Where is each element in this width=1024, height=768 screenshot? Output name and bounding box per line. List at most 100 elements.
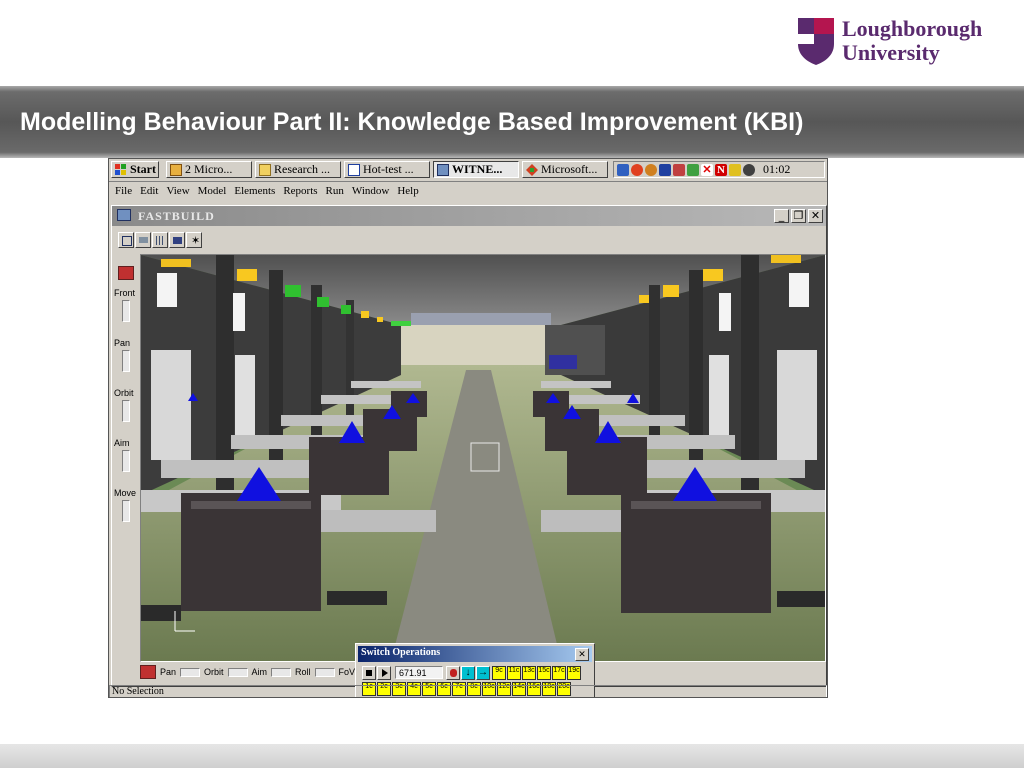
reset-camera-icon[interactable] bbox=[140, 665, 156, 679]
logo-line-2: University bbox=[842, 40, 940, 65]
switch-dialog-title: Switch Operations bbox=[361, 647, 441, 658]
step-down-icon[interactable]: ↓ bbox=[461, 666, 475, 680]
fastbuild-window: FASTBUILD _ ❐ ✕ ✶ Front Pan Orbit Aim Mo… bbox=[111, 205, 827, 697]
taskbar-button-label: Research ... bbox=[274, 162, 330, 176]
simulation-time-display: 671.91 bbox=[395, 666, 443, 679]
window-title: FASTBUILD bbox=[138, 209, 215, 223]
pan-bottom-slider[interactable] bbox=[180, 667, 201, 677]
windows-group-icon bbox=[170, 163, 182, 176]
system-tray: ✕ N 01:02 bbox=[613, 161, 825, 178]
menu-elements[interactable]: Elements bbox=[232, 183, 281, 201]
bottom-label-orbit: Orbit bbox=[204, 667, 224, 677]
roll-bottom-slider[interactable] bbox=[314, 667, 335, 677]
bottom-label-roll: Roll bbox=[295, 667, 311, 677]
shield-green-icon[interactable] bbox=[687, 163, 699, 176]
menu-edit[interactable]: Edit bbox=[138, 183, 164, 201]
side-label-aim: Aim bbox=[114, 438, 130, 448]
view-toolbar: ✶ bbox=[118, 232, 202, 250]
menu-bar: File Edit View Model Elements Reports Ru… bbox=[109, 183, 827, 201]
grid-icon[interactable] bbox=[152, 232, 168, 248]
side-label-front: Front bbox=[114, 288, 136, 298]
aim-slider[interactable] bbox=[122, 450, 130, 472]
taskbar-button-micro[interactable]: 2 Micro... bbox=[166, 161, 252, 178]
footer-band bbox=[0, 744, 1024, 768]
bottom-label-aim: Aim bbox=[251, 667, 268, 677]
logo-line-1: Loughborough bbox=[842, 16, 983, 41]
stop-button[interactable] bbox=[362, 666, 376, 680]
taskbar-button-label: 2 Micro... bbox=[185, 162, 233, 176]
orbit-bottom-slider[interactable] bbox=[227, 667, 248, 677]
side-label-pan: Pan bbox=[114, 338, 131, 348]
close-red-icon[interactable]: ✕ bbox=[701, 163, 713, 176]
edit-view-icon[interactable] bbox=[135, 232, 151, 248]
menu-model[interactable]: Model bbox=[196, 183, 233, 201]
university-logo: Loughborough University bbox=[796, 16, 1006, 68]
menu-file[interactable]: File bbox=[113, 183, 138, 201]
switch-op-button[interactable]: 9c bbox=[492, 666, 506, 680]
bottom-label-fov: FoV bbox=[338, 667, 356, 677]
folder-icon bbox=[259, 163, 271, 176]
close-button[interactable]: ✕ bbox=[808, 209, 823, 223]
fastbuild-titlebar: FASTBUILD _ ❐ ✕ bbox=[112, 206, 826, 226]
factory-scene bbox=[141, 255, 825, 661]
restore-button[interactable]: ❐ bbox=[791, 209, 806, 223]
taskbar-button-label: Hot-test ... bbox=[363, 162, 414, 176]
camera-side-panel: Front Pan Orbit Aim Move bbox=[114, 260, 138, 660]
status-bar: No Selection bbox=[109, 685, 827, 697]
taskbar-button-label: WITNE... bbox=[452, 162, 503, 176]
menu-help[interactable]: Help bbox=[395, 183, 424, 201]
switch-op-button[interactable]: 15c bbox=[537, 666, 551, 680]
switch-op-button[interactable]: 19c bbox=[567, 666, 581, 680]
taskbar-button-label: Microsoft... bbox=[541, 162, 598, 176]
security-icon[interactable] bbox=[673, 163, 685, 176]
aim-bottom-slider[interactable] bbox=[271, 667, 292, 677]
switch-op-button[interactable]: 13c bbox=[522, 666, 536, 680]
step-forward-icon[interactable]: → bbox=[476, 666, 490, 680]
play-button[interactable] bbox=[377, 666, 391, 680]
menu-reports[interactable]: Reports bbox=[281, 183, 323, 201]
layout-icon[interactable] bbox=[118, 232, 134, 248]
menu-view[interactable]: View bbox=[164, 183, 195, 201]
title-band: Modelling Behaviour Part II: Knowledge B… bbox=[0, 86, 1024, 158]
window-app-icon bbox=[117, 209, 131, 221]
menu-run[interactable]: Run bbox=[324, 183, 350, 201]
taskbar-button-research[interactable]: Research ... bbox=[255, 161, 341, 178]
antivirus-icon[interactable] bbox=[631, 163, 643, 176]
pan-slider[interactable] bbox=[122, 350, 130, 372]
front-slider[interactable] bbox=[122, 300, 130, 322]
minimize-button[interactable]: _ bbox=[774, 209, 789, 223]
start-button[interactable]: Start bbox=[111, 161, 159, 178]
switch-dialog-titlebar: Switch Operations ✕ bbox=[358, 646, 592, 662]
bottom-label-pan: Pan bbox=[160, 667, 177, 677]
witness-app-icon bbox=[437, 163, 449, 176]
taskbar-button-hottest[interactable]: Hot-test ... bbox=[344, 161, 430, 178]
move-slider[interactable] bbox=[122, 500, 130, 522]
network-icon[interactable] bbox=[617, 163, 629, 176]
norton-icon[interactable]: N bbox=[715, 163, 727, 176]
windows-taskbar: Start 2 Micro... Research ... Hot-test .… bbox=[109, 159, 827, 182]
windows-flag-icon bbox=[115, 163, 127, 176]
walk-icon[interactable]: ✶ bbox=[186, 232, 202, 248]
slide-title: Modelling Behaviour Part II: Knowledge B… bbox=[20, 108, 804, 136]
document-icon bbox=[348, 163, 360, 176]
taskbar-button-witness[interactable]: WITNE... bbox=[433, 161, 519, 178]
orbit-slider[interactable] bbox=[122, 400, 130, 422]
switch-op-button[interactable]: 17c bbox=[552, 666, 566, 680]
shield-logo-icon bbox=[798, 18, 834, 65]
pen-icon[interactable] bbox=[729, 163, 741, 176]
switch-close-button[interactable]: ✕ bbox=[575, 648, 589, 661]
hand-icon[interactable] bbox=[446, 666, 460, 680]
3d-factory-viewport[interactable] bbox=[140, 254, 826, 662]
reset-view-icon[interactable] bbox=[118, 266, 134, 280]
camera-icon[interactable] bbox=[169, 232, 185, 248]
sync-icon[interactable] bbox=[659, 163, 671, 176]
volume-icon[interactable] bbox=[645, 163, 657, 176]
microsoft-office-icon bbox=[526, 163, 538, 176]
taskbar-button-microsoft[interactable]: Microsoft... bbox=[522, 161, 608, 178]
webcam-icon[interactable] bbox=[743, 163, 755, 176]
clock: 01:02 bbox=[763, 162, 791, 176]
switch-op-button[interactable]: 11c bbox=[507, 666, 521, 680]
menu-window[interactable]: Window bbox=[350, 183, 395, 201]
side-label-orbit: Orbit bbox=[114, 388, 134, 398]
witness-app-screenshot: Start 2 Micro... Research ... Hot-test .… bbox=[108, 158, 828, 698]
